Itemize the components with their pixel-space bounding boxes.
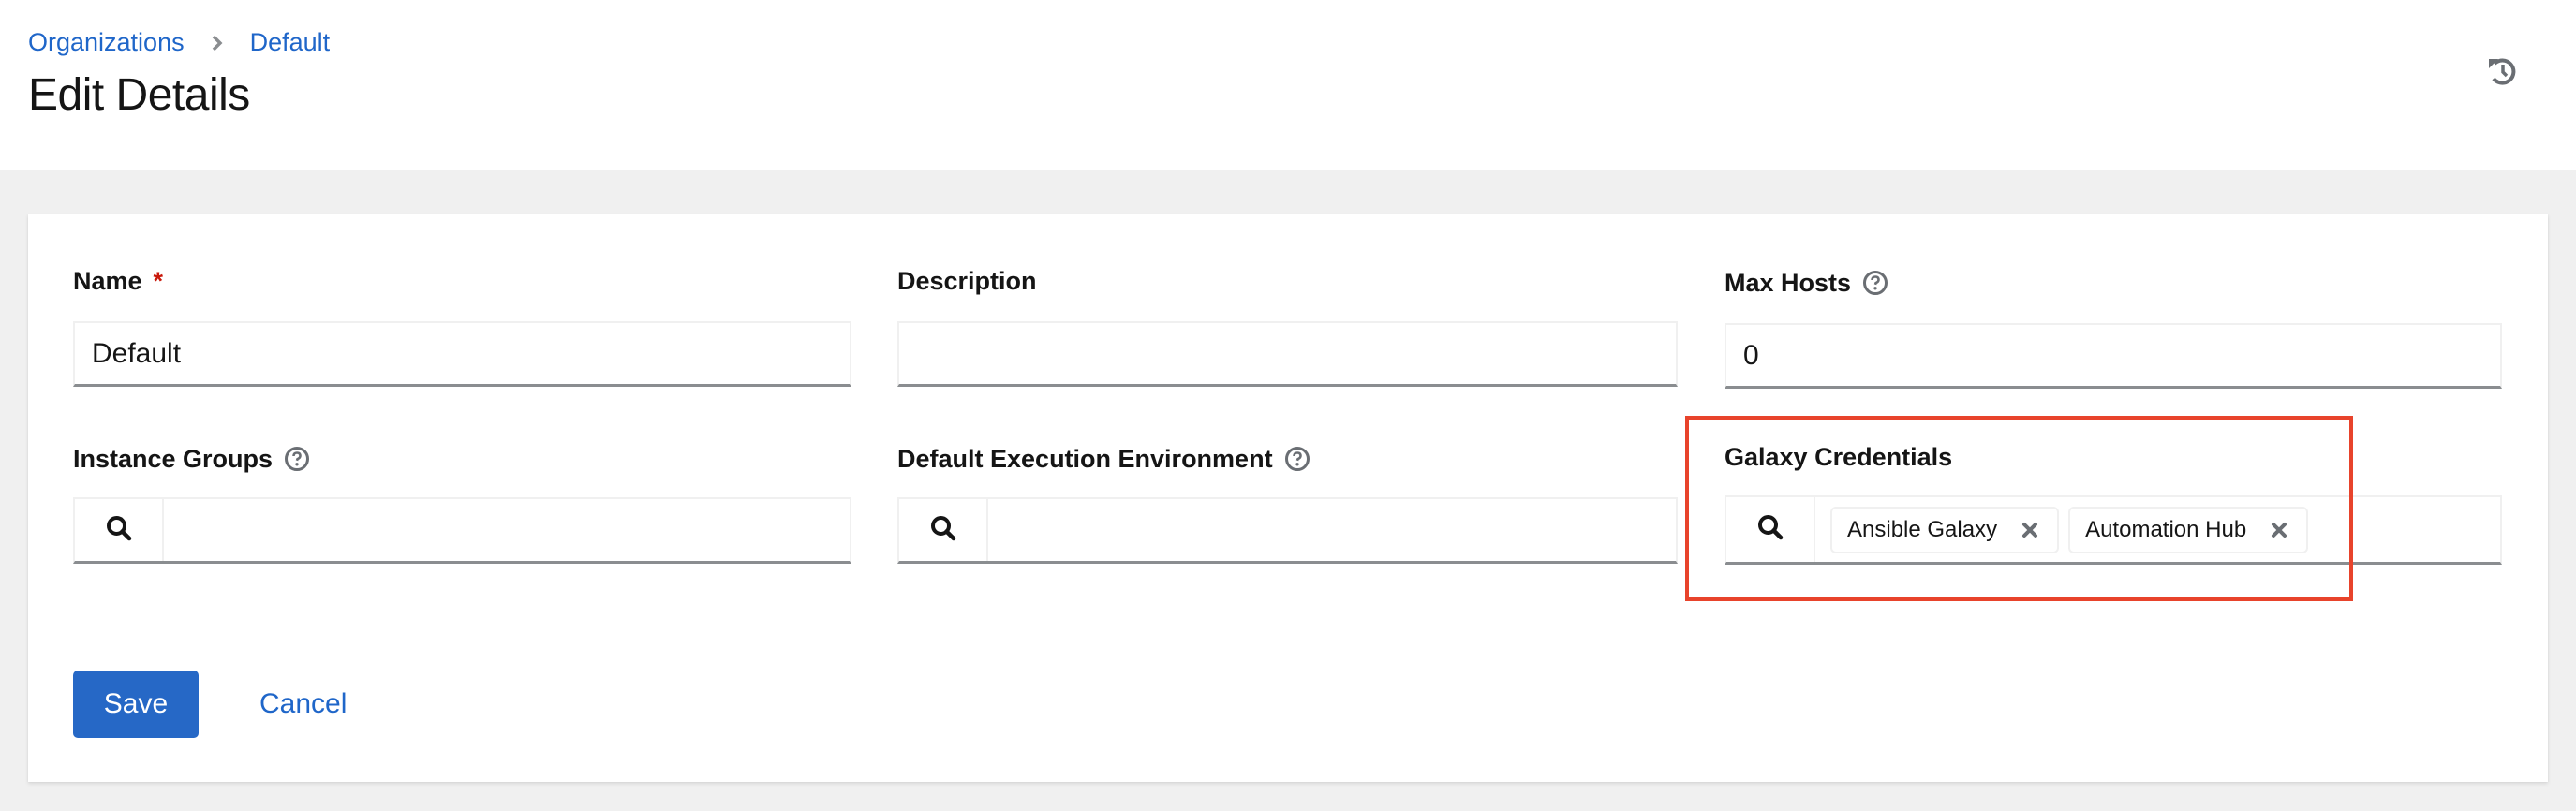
page-header: Organizations Default Edit Details — [0, 0, 2576, 170]
credential-chip: Ansible Galaxy — [1830, 506, 2060, 553]
close-icon[interactable] — [2269, 520, 2289, 540]
breadcrumb-organizations-link[interactable]: Organizations — [28, 28, 185, 57]
max-hosts-label: Max Hosts — [1725, 267, 1888, 299]
galaxy-credentials-lookup: Ansible Galaxy Automation Hub — [1725, 495, 2502, 565]
name-label: Name * — [73, 266, 164, 295]
search-icon — [929, 514, 957, 547]
instance-groups-search-button[interactable] — [75, 499, 164, 561]
required-indicator: * — [153, 266, 164, 295]
galaxy-credentials-chip-group: Ansible Galaxy Automation Hub — [1815, 497, 2500, 562]
question-circle-icon[interactable] — [284, 446, 310, 472]
question-circle-icon[interactable] — [1862, 270, 1888, 296]
default-execution-environment-search-button[interactable] — [899, 499, 988, 561]
max-hosts-input[interactable] — [1725, 323, 2502, 389]
history-icon — [2486, 54, 2520, 93]
close-icon[interactable] — [2020, 520, 2040, 540]
chip-label: Ansible Galaxy — [1847, 516, 1998, 542]
search-icon — [105, 514, 133, 547]
save-button[interactable]: Save — [73, 671, 199, 738]
galaxy-credentials-search-button[interactable] — [1726, 497, 1815, 562]
description-label: Description — [897, 266, 1037, 295]
galaxy-credentials-label: Galaxy Credentials — [1725, 442, 1953, 471]
chip-label: Automation Hub — [2085, 516, 2247, 542]
search-icon — [1756, 513, 1784, 546]
edit-form-card: Name * Description Max Hosts Instance Gr… — [28, 214, 2548, 782]
description-input[interactable] — [897, 321, 1678, 387]
default-execution-environment-input[interactable] — [988, 499, 1676, 561]
default-execution-environment-lookup — [897, 497, 1678, 564]
history-button[interactable] — [2484, 54, 2522, 92]
instance-groups-chip-area[interactable] — [164, 499, 850, 561]
instance-groups-lookup — [73, 497, 851, 564]
chevron-right-icon — [211, 34, 224, 52]
page-title: Edit Details — [28, 70, 250, 120]
breadcrumb-default-link[interactable]: Default — [250, 28, 331, 57]
breadcrumb: Organizations Default — [28, 28, 330, 57]
cancel-button[interactable]: Cancel — [239, 671, 367, 738]
credential-chip: Automation Hub — [2068, 506, 2309, 553]
default-execution-environment-label: Default Execution Environment — [897, 443, 1310, 475]
question-circle-icon[interactable] — [1284, 446, 1310, 472]
name-input[interactable] — [73, 321, 851, 387]
instance-groups-label: Instance Groups — [73, 443, 310, 475]
